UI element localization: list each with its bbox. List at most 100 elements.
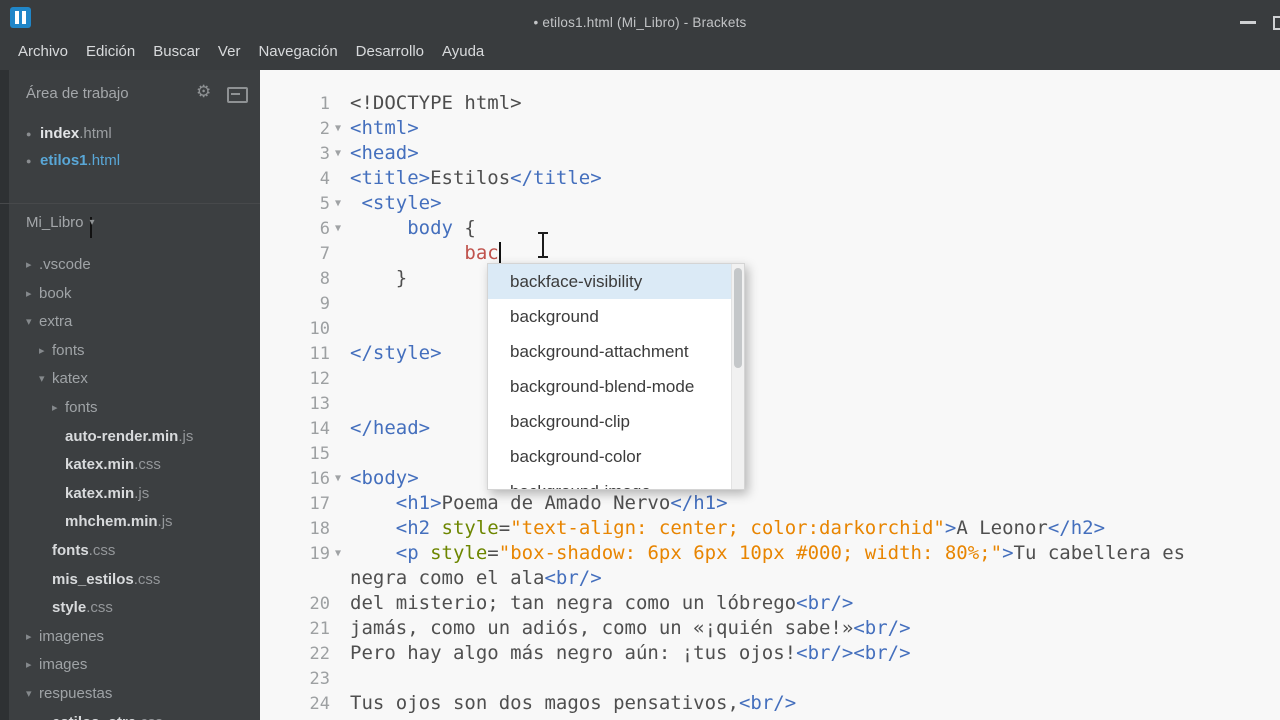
line-number[interactable]: 8 [260, 267, 330, 292]
code-line-wrap[interactable]: negra como el ala<br/> [260, 566, 1280, 591]
line-number[interactable]: 5 [260, 192, 330, 217]
line-number-gutter[interactable]: 21 [260, 616, 350, 641]
line-number-gutter[interactable]: 4 [260, 166, 350, 191]
code-line[interactable]: 20 del misterio; tan negra como un lóbreg… [260, 591, 1280, 616]
line-number[interactable]: 9 [260, 292, 330, 317]
line-number[interactable]: 7 [260, 242, 330, 267]
tree-item-respuestas[interactable]: ▾ respuestas [0, 682, 112, 706]
line-number-gutter[interactable]: 16 ▼ [260, 466, 350, 491]
tree-item-fonts[interactable]: fonts.css [0, 539, 115, 563]
minimize-icon[interactable] [1240, 21, 1256, 24]
disclosure-triangle-icon[interactable]: ▸ [26, 253, 32, 277]
code-line[interactable]: 1 <!DOCTYPE html> [260, 91, 1280, 116]
code-line[interactable]: 24 Tus ojos son dos magos pensativos,<br/… [260, 691, 1280, 716]
autocomplete-item-backface-visibility[interactable]: backface-visibility [488, 264, 744, 299]
code-line[interactable]: 13 [260, 391, 1280, 416]
line-number-gutter[interactable]: 17 [260, 491, 350, 516]
code-line[interactable]: 17 <h1>Poema de Amado Nervo</h1> [260, 491, 1280, 516]
code-line[interactable]: 6 ▼ body { [260, 216, 1280, 241]
line-number-gutter[interactable]: 1 [260, 91, 350, 116]
line-number-gutter[interactable]: 19 ▼ [260, 541, 350, 566]
line-number-gutter[interactable]: 10 [260, 316, 350, 341]
tree-item-katex[interactable]: ▾ katex [0, 367, 88, 391]
line-number[interactable]: 15 [260, 442, 330, 467]
line-number-gutter[interactable]: 6 ▼ [260, 216, 350, 241]
autocomplete-item-background-blend-mode[interactable]: background-blend-mode [488, 369, 744, 404]
menu-desarrollo[interactable]: Desarrollo [347, 36, 433, 70]
line-number-gutter[interactable]: 24 [260, 691, 350, 716]
code-line[interactable]: 5 ▼ <style> [260, 191, 1280, 216]
line-number[interactable]: 16 [260, 467, 330, 492]
line-number[interactable]: 10 [260, 317, 330, 342]
disclosure-triangle-icon[interactable]: ▾ [26, 682, 32, 706]
disclosure-triangle-icon[interactable]: ▸ [26, 653, 32, 677]
code-editor[interactable]: 1 <!DOCTYPE html> 2 ▼ <html> 3 ▼ <head> 4 <title>… [260, 70, 1280, 720]
code-line[interactable]: 9 [260, 291, 1280, 316]
tree-item-fonts[interactable]: ▸ fonts [0, 339, 85, 363]
fold-arrow-icon[interactable]: ▼ [335, 141, 341, 166]
line-number-gutter[interactable]: 20 [260, 591, 350, 616]
line-number-gutter[interactable]: 3 ▼ [260, 141, 350, 166]
line-number-gutter[interactable]: 12 [260, 366, 350, 391]
fold-arrow-icon[interactable]: ▼ [335, 541, 341, 566]
line-number-gutter[interactable]: 23 [260, 666, 350, 691]
scrollbar-thumb[interactable] [734, 268, 742, 368]
tree-item-style[interactable]: style.css [0, 596, 113, 620]
line-number[interactable]: 4 [260, 167, 330, 192]
line-number-gutter[interactable]: 11 [260, 341, 350, 366]
menu-buscar[interactable]: Buscar [144, 36, 209, 70]
line-number-gutter[interactable]: 22 [260, 641, 350, 666]
line-number[interactable]: 3 [260, 142, 330, 167]
tree-item-mhchem-min[interactable]: mhchem.min.js [0, 510, 173, 534]
autocomplete-item-background-clip[interactable]: background-clip [488, 404, 744, 439]
line-number[interactable]: 18 [260, 517, 330, 542]
code-line[interactable]: 2 ▼ <html> [260, 116, 1280, 141]
code-line[interactable]: 10 [260, 316, 1280, 341]
tree-item-katex-min[interactable]: katex.min.js [0, 482, 149, 506]
code-line[interactable]: 4 <title>Estilos</title> [260, 166, 1280, 191]
line-number[interactable]: 12 [260, 367, 330, 392]
code-line[interactable]: 23 [260, 666, 1280, 691]
fold-arrow-icon[interactable]: ▼ [335, 466, 341, 491]
line-number-gutter[interactable]: 5 ▼ [260, 191, 350, 216]
code-line[interactable]: 3 ▼ <head> [260, 141, 1280, 166]
disclosure-triangle-icon[interactable]: ▸ [26, 625, 32, 649]
popup-scrollbar[interactable] [731, 264, 744, 489]
code-line[interactable]: 12 [260, 366, 1280, 391]
menu-ayuda[interactable]: Ayuda [433, 36, 493, 70]
tree-item-vscode[interactable]: ▸ .vscode [0, 253, 91, 277]
autocomplete-item-background-color[interactable]: background-color [488, 439, 744, 474]
tree-item-auto-render-min[interactable]: auto-render.min.js [0, 425, 193, 449]
autocomplete-item-background[interactable]: background [488, 299, 744, 334]
code-line[interactable]: 19 ▼ <p style="box-shadow: 6px 6px 10px #… [260, 541, 1280, 566]
line-number[interactable]: 24 [260, 692, 330, 717]
menu-edicio-n[interactable]: Edición [77, 36, 144, 70]
autocomplete-item-background-attachment[interactable]: background-attachment [488, 334, 744, 369]
line-number[interactable]: 17 [260, 492, 330, 517]
line-number[interactable]: 14 [260, 417, 330, 442]
tree-item-images[interactable]: ▸ images [0, 653, 87, 677]
code-line[interactable]: 16 ▼ <body> [260, 466, 1280, 491]
tree-item-estilos-otra[interactable]: estilos_otra.css [0, 711, 163, 720]
line-number[interactable]: 1 [260, 92, 330, 117]
tree-item-mis-estilos[interactable]: mis_estilos.css [0, 568, 160, 592]
disclosure-triangle-icon[interactable]: ▾ [26, 310, 32, 334]
code-line[interactable]: 18 <h2 style="text-align: center; color:… [260, 516, 1280, 541]
code-line[interactable]: 14 </head> [260, 416, 1280, 441]
line-number-gutter[interactable]: 15 [260, 441, 350, 466]
code-line[interactable]: 11 </style> [260, 341, 1280, 366]
disclosure-triangle-icon[interactable]: ▸ [39, 339, 45, 363]
fold-arrow-icon[interactable]: ▼ [335, 191, 341, 216]
line-number-gutter[interactable]: 2 ▼ [260, 116, 350, 141]
code-line[interactable]: 22 Pero hay algo más negro aún: ¡tus ojos… [260, 641, 1280, 666]
tree-item-fonts[interactable]: ▸ fonts [0, 396, 98, 420]
fold-arrow-icon[interactable]: ▼ [335, 116, 341, 141]
tree-item-imagenes[interactable]: ▸ imagenes [0, 625, 104, 649]
line-number[interactable]: 6 [260, 217, 330, 242]
menu-archivo[interactable]: Archivo [9, 36, 77, 70]
line-number[interactable]: 2 [260, 117, 330, 142]
code-line[interactable]: 7 bac [260, 241, 1280, 266]
fold-arrow-icon[interactable]: ▼ [335, 216, 341, 241]
line-number-gutter[interactable]: 9 [260, 291, 350, 316]
code-line[interactable]: 21 jamás, como un adiós, como un «¡quién … [260, 616, 1280, 641]
